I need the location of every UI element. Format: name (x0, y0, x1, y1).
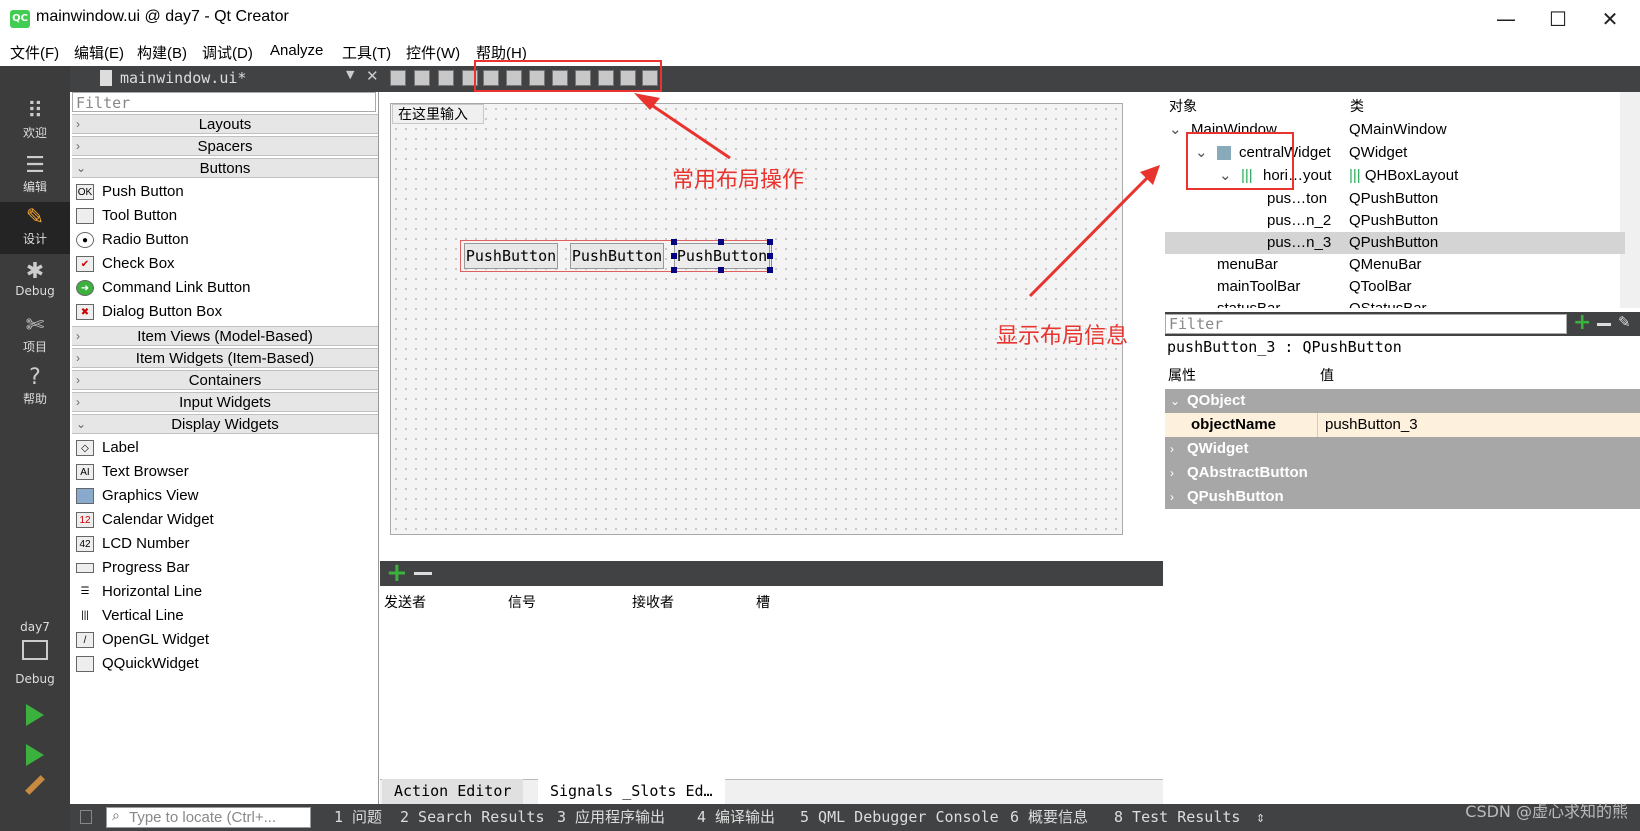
annotation-layout-operations: 常用布局操作 (672, 168, 805, 193)
arrow-to-layout (1028, 173, 1152, 298)
arrow-to-toolbar (643, 98, 731, 160)
annotation-arrows (634, 93, 1160, 298)
annotation-layout-info: 显示布局信息 (996, 324, 1129, 349)
watermark: CSDN @虚心求知的熊 (1465, 802, 1628, 821)
